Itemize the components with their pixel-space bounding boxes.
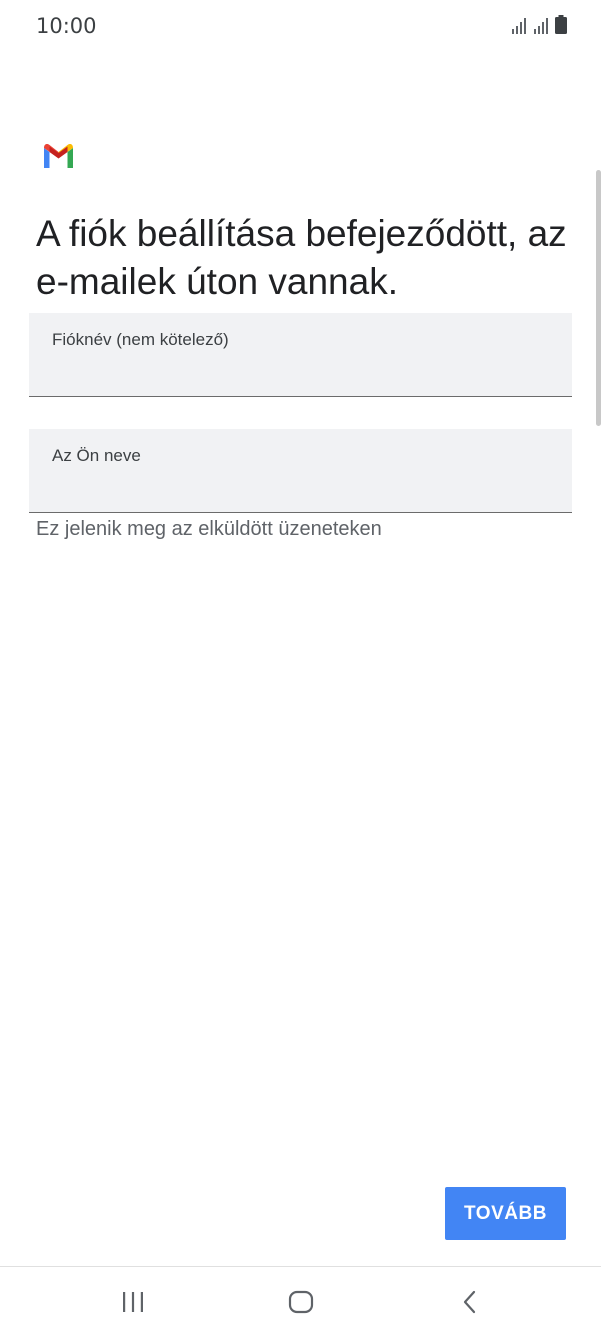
back-button[interactable] <box>440 1277 500 1327</box>
your-name-label: Az Ön neve <box>52 446 141 465</box>
account-name-label: Fióknév (nem kötelező) <box>52 330 229 349</box>
scroll-indicator[interactable] <box>596 170 601 426</box>
page-title: A fiók beállítása befejeződött, az e-mai… <box>36 213 567 302</box>
status-bar: 10:00 <box>0 0 601 52</box>
home-button[interactable] <box>271 1277 331 1327</box>
signal-icon <box>512 18 526 34</box>
status-icons <box>511 15 567 34</box>
next-button[interactable]: TOVÁBB <box>445 1187 566 1240</box>
home-icon <box>288 1290 314 1314</box>
gmail-logo-icon <box>44 144 73 168</box>
account-name-input[interactable] <box>52 358 552 386</box>
recents-icon <box>123 1292 143 1312</box>
your-name-input[interactable] <box>52 474 552 502</box>
back-icon <box>463 1290 476 1314</box>
account-name-field[interactable]: Fióknév (nem kötelező) <box>29 313 572 397</box>
battery-icon <box>555 15 567 34</box>
signal-icon <box>534 18 548 34</box>
your-name-field[interactable]: Az Ön neve <box>29 429 572 513</box>
helper-text: Ez jelenik meg az elküldött üzeneteken <box>36 518 382 540</box>
recents-button[interactable] <box>103 1277 163 1327</box>
status-time: 10:00 <box>36 14 97 38</box>
navigation-bar <box>0 1267 601 1336</box>
